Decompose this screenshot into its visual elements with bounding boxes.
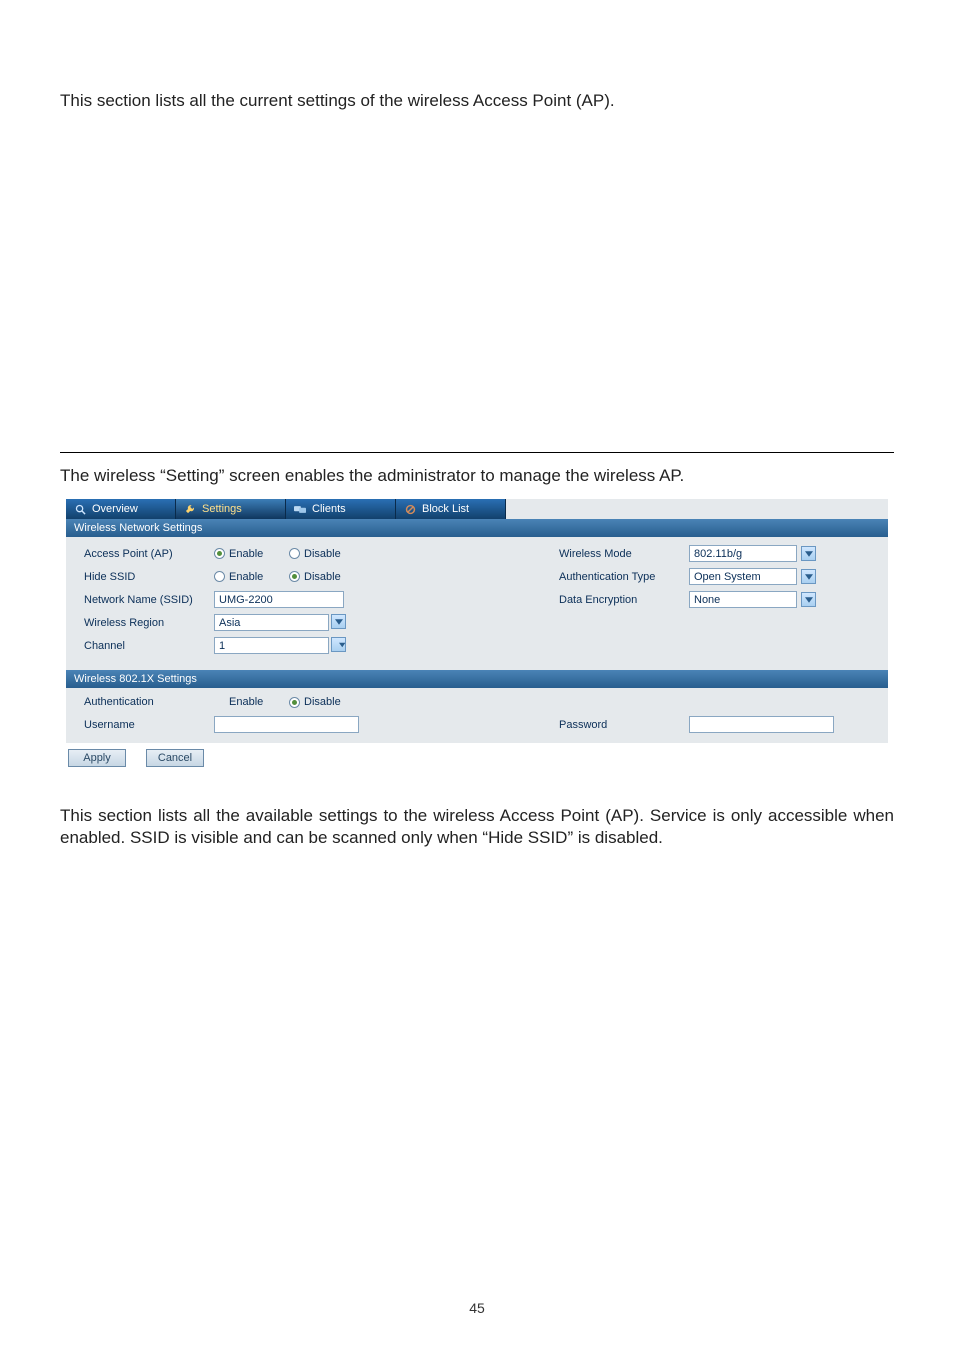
label-wireless-region: Wireless Region: [84, 617, 214, 629]
tab-bar: Overview Settings Clients Block List: [66, 499, 888, 519]
channel-dropdown-button[interactable]: [331, 637, 346, 652]
hide-ssid-disable-label: Disable: [304, 571, 341, 583]
channel-select[interactable]: 1: [214, 637, 329, 654]
radio-unselected-icon: [214, 571, 225, 582]
clients-icon: [294, 503, 306, 515]
wrench-icon: [184, 503, 196, 515]
data-encryption-select[interactable]: None: [689, 591, 797, 608]
tab-overview[interactable]: Overview: [66, 499, 176, 519]
label-hide-ssid: Hide SSID: [84, 571, 214, 583]
data-encryption-dropdown-button[interactable]: [801, 592, 816, 607]
label-channel: Channel: [84, 640, 214, 652]
label-username: Username: [84, 719, 214, 731]
data-encryption-value: None: [694, 594, 720, 606]
auth-enable-radio[interactable]: Enable: [214, 696, 289, 708]
page-number: 45: [0, 1300, 954, 1316]
auth-type-dropdown-button[interactable]: [801, 569, 816, 584]
channel-value: 1: [219, 640, 225, 652]
ap-disable-radio[interactable]: Disable: [289, 548, 389, 560]
radio-selected-icon: [214, 548, 225, 559]
ap-enable-label: Enable: [229, 548, 263, 560]
tab-settings[interactable]: Settings: [176, 499, 286, 519]
section-header-wns-label: Wireless Network Settings: [74, 522, 202, 534]
ap-disable-label: Disable: [304, 548, 341, 560]
wns-panel: Access Point (AP) Enable Disable Wireles…: [66, 537, 888, 668]
tab-blocklist-label: Block List: [422, 503, 469, 515]
button-row: Apply Cancel: [66, 743, 888, 771]
hide-ssid-enable-radio[interactable]: Enable: [214, 571, 289, 583]
hide-ssid-disable-radio[interactable]: Disable: [289, 571, 389, 583]
section-header-wns: Wireless Network Settings: [66, 519, 888, 537]
auth-type-select[interactable]: Open System: [689, 568, 797, 585]
tab-overview-label: Overview: [92, 503, 138, 515]
cancel-button[interactable]: Cancel: [146, 749, 204, 767]
auth-disable-radio[interactable]: Disable: [289, 696, 389, 708]
wireless-mode-dropdown-button[interactable]: [801, 546, 816, 561]
intro-paragraph: This section lists all the current setti…: [60, 90, 894, 112]
section-header-8021x-label: Wireless 802.1X Settings: [74, 673, 197, 685]
wireless-region-select[interactable]: Asia: [214, 614, 329, 631]
block-icon: [404, 503, 416, 515]
ap-enable-radio[interactable]: Enable: [214, 548, 289, 560]
tab-clients-label: Clients: [312, 503, 346, 515]
tab-blocklist[interactable]: Block List: [396, 499, 506, 519]
section-header-8021x: Wireless 802.1X Settings: [66, 670, 888, 688]
ssid-input[interactable]: UMG-2200: [214, 591, 344, 608]
outro-paragraph: This section lists all the available set…: [60, 805, 894, 849]
radio-unselected-icon: [289, 548, 300, 559]
magnifier-icon: [74, 503, 86, 515]
auth-disable-label: Disable: [304, 696, 341, 708]
label-auth-type: Authentication Type: [559, 571, 689, 583]
wireless-region-dropdown-button[interactable]: [331, 614, 346, 629]
tab-clients[interactable]: Clients: [286, 499, 396, 519]
wireless-region-value: Asia: [219, 617, 240, 629]
w8021x-panel: Authentication Enable Disable Username P…: [66, 688, 888, 743]
auth-type-value: Open System: [694, 571, 761, 583]
settings-screenshot: Overview Settings Clients Block List: [66, 499, 888, 771]
label-authentication: Authentication: [84, 696, 214, 708]
radio-selected-icon: [289, 571, 300, 582]
wireless-mode-select[interactable]: 802.11b/g: [689, 545, 797, 562]
label-wireless-mode: Wireless Mode: [559, 548, 689, 560]
auth-enable-label: Enable: [229, 696, 263, 708]
radio-selected-icon: [289, 697, 300, 708]
wireless-mode-value: 802.11b/g: [694, 548, 742, 560]
ssid-value: UMG-2200: [219, 594, 273, 606]
apply-button-label: Apply: [83, 752, 111, 764]
label-access-point: Access Point (AP): [84, 548, 214, 560]
tab-settings-label: Settings: [202, 503, 242, 515]
username-input[interactable]: [214, 716, 359, 733]
hide-ssid-enable-label: Enable: [229, 571, 263, 583]
label-data-encryption: Data Encryption: [559, 594, 689, 606]
password-input[interactable]: [689, 716, 834, 733]
cancel-button-label: Cancel: [158, 752, 192, 764]
apply-button[interactable]: Apply: [68, 749, 126, 767]
mid-paragraph: The wireless “Setting” screen enables th…: [60, 465, 894, 487]
label-password: Password: [559, 719, 689, 731]
label-ssid: Network Name (SSID): [84, 594, 214, 606]
